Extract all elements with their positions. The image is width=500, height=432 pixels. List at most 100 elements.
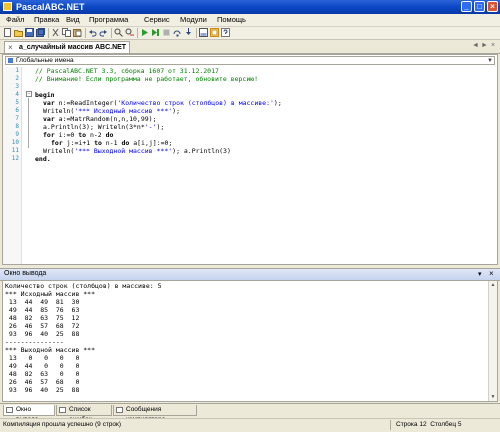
menu-program[interactable]: Программа — [89, 15, 128, 25]
string-literal: '-' — [144, 123, 157, 131]
line-number: 6 — [15, 107, 19, 114]
fold-toggle-icon[interactable]: − — [26, 91, 32, 97]
tab-error-list[interactable]: Список ошибок — [56, 405, 112, 423]
namespace-icon — [8, 58, 13, 63]
output-line: *** Исходный массив *** — [5, 290, 96, 298]
help-icon[interactable] — [221, 28, 230, 37]
output-panel-icon[interactable] — [199, 28, 208, 37]
menu-view[interactable]: Вид — [66, 15, 80, 25]
compiler-messages-icon — [116, 407, 123, 413]
open-icon[interactable] — [14, 28, 23, 37]
cut-icon[interactable] — [51, 28, 60, 37]
menu-service[interactable]: Сервис — [144, 15, 170, 25]
menu-edit[interactable]: Правка — [34, 15, 59, 25]
new-file-icon[interactable] — [3, 28, 12, 37]
app-icon — [3, 2, 12, 11]
title-bar: PascalABC.NET _ □ × — [0, 0, 500, 14]
output-line: 93 96 40 25 88 — [5, 330, 80, 338]
code-text: a[i,j]:=0; — [129, 139, 173, 147]
line-number: 10 — [11, 139, 19, 146]
code-text: n:=ReadInteger( — [54, 99, 118, 107]
toolbar-separator — [137, 28, 138, 38]
output-scrollbar[interactable]: ▲ ▼ — [488, 281, 497, 401]
run-icon[interactable] — [140, 28, 149, 37]
code-line: a.Println(3); Writeln(3*n*'-'); — [43, 123, 164, 131]
code-line: Writeln('*** Исходный массив ***'); — [43, 107, 180, 115]
keyword: do — [105, 131, 114, 139]
output-line: 93 96 40 25 88 — [5, 386, 80, 394]
output-line: 48 82 63 75 12 — [5, 314, 80, 322]
panel-options-icon[interactable]: ▾ — [478, 270, 482, 278]
output-window[interactable]: Количество строк (столбцов) в массиве: 5… — [2, 280, 498, 402]
output-window-icon — [6, 407, 13, 413]
row-value: 12 — [419, 421, 427, 428]
output-line: Количество строк (столбцов) в массиве: 5 — [5, 282, 162, 290]
save-icon[interactable] — [25, 28, 34, 37]
code-editor[interactable]: Глобальные имена ▼ 1 2 3 4 5 6 7 8 9 10 … — [2, 54, 498, 265]
code-text: ); — [172, 107, 180, 115]
tab-compiler-messages[interactable]: Сообщения компилятора — [113, 405, 197, 423]
keyword: to — [78, 131, 87, 139]
string-literal: '*** Исходный массив ***' — [74, 107, 173, 115]
tab-scroll-left-icon[interactable]: ◄ — [472, 42, 479, 49]
cursor-position: Строка 12 Столбец 5 — [396, 420, 461, 430]
column-label: Столбец — [430, 421, 457, 428]
toolbar-separator — [196, 28, 197, 38]
string-literal: '*** Выходной массив ***' — [74, 147, 173, 155]
keyword: var — [43, 99, 55, 107]
string-literal: 'Количество строк (столбцов) в массиве:' — [117, 99, 274, 107]
find-icon[interactable] — [114, 28, 123, 37]
tab-document[interactable]: × a_случайный массив ABC.NET 3.3.pas* — [4, 41, 130, 62]
form-designer-icon[interactable] — [210, 28, 219, 37]
minimize-button[interactable]: _ — [461, 1, 472, 12]
debug-icon[interactable] — [151, 28, 160, 37]
code-line: end. — [35, 155, 51, 163]
code-line: for j:=i+1 to n-1 do a[i,j]:=0; — [51, 139, 172, 147]
menu-bar: Файл Правка Вид Программа Сервис Модули … — [0, 14, 500, 27]
undo-icon[interactable] — [88, 28, 97, 37]
code-line: var n:=ReadInteger('Количество строк (ст… — [43, 99, 282, 107]
tab-output-window[interactable]: Окно вывода — [3, 405, 55, 423]
row-label: Строка — [396, 421, 418, 428]
line-number: 4 — [15, 91, 19, 98]
line-number: 2 — [15, 75, 19, 82]
scroll-down-icon[interactable]: ▼ — [489, 393, 497, 401]
stop-icon[interactable] — [162, 28, 171, 37]
paste-icon[interactable] — [73, 28, 82, 37]
replace-icon[interactable] — [125, 28, 134, 37]
chevron-down-icon[interactable]: ▼ — [487, 57, 493, 65]
menu-file[interactable]: Файл — [6, 15, 24, 25]
line-number: 5 — [15, 99, 19, 106]
code-line: // Внимание! Если программа не работает,… — [35, 75, 258, 83]
tab-strip-close-icon[interactable]: × — [491, 42, 495, 49]
line-number: 11 — [11, 147, 19, 154]
tab-close-icon[interactable]: × — [8, 42, 13, 53]
code-line: var a:=MatrRandom(n,n,10,99); — [43, 115, 157, 123]
step-into-icon[interactable] — [184, 28, 193, 37]
keyword: end. — [35, 155, 51, 163]
copy-icon[interactable] — [62, 28, 71, 37]
line-number: 1 — [15, 67, 19, 74]
tab-scroll-right-icon[interactable]: ► — [481, 42, 488, 49]
global-names-combo[interactable]: Глобальные имена ▼ — [5, 56, 495, 65]
code-text: ); — [273, 99, 282, 107]
window-title: PascalABC.NET — [16, 2, 85, 12]
step-over-icon[interactable] — [173, 28, 182, 37]
panel-close-icon[interactable]: × — [489, 269, 494, 279]
keyword: begin — [35, 91, 55, 99]
code-line: for i:=0 to n-2 do — [43, 131, 113, 139]
menu-help[interactable]: Помощь — [217, 15, 246, 25]
code-line: begin — [35, 91, 55, 99]
redo-icon[interactable] — [99, 28, 108, 37]
output-line: 26 46 57 68 72 — [5, 322, 80, 330]
close-button[interactable]: × — [487, 1, 498, 12]
maximize-button[interactable]: □ — [474, 1, 485, 12]
output-line: 49 44 0 0 0 — [5, 362, 80, 370]
document-tab-strip: × a_случайный массив ABC.NET 3.3.pas* ◄ … — [0, 40, 500, 62]
code-text: j:=i+1 — [62, 139, 95, 147]
output-line: 13 44 49 81 30 — [5, 298, 80, 306]
scroll-up-icon[interactable]: ▲ — [489, 281, 497, 289]
save-all-icon[interactable] — [36, 28, 45, 37]
keyword: for — [51, 139, 63, 147]
menu-modules[interactable]: Модули — [180, 15, 207, 25]
